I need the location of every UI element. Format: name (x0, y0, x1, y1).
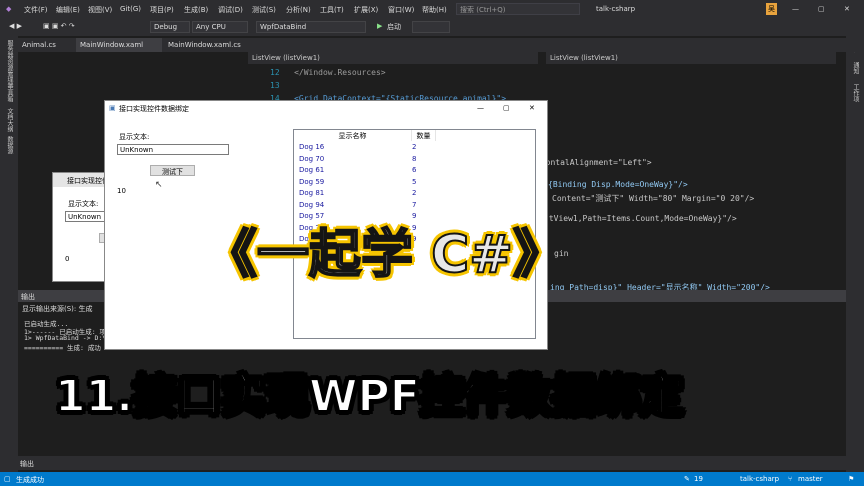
window-close-icon[interactable]: ✕ (529, 104, 535, 112)
list-row-count[interactable]: 7 (412, 201, 416, 209)
git-branch-icon: ⑂ (788, 475, 793, 483)
menu-file[interactable]: 文件(F) (24, 5, 48, 15)
list-row-count[interactable]: 8 (412, 155, 416, 163)
window-app-icon: ▣ (109, 104, 116, 112)
menu-test[interactable]: 测试(S) (252, 5, 276, 15)
list-row-name[interactable]: Dog 81 (299, 189, 324, 197)
save-icon[interactable]: ▣ ▣ ↶ ↷ (40, 21, 78, 33)
menu-help[interactable]: 帮助(H) (422, 5, 447, 15)
code-fragment: {Binding Disp.Mode=OneWay}"/> (548, 180, 688, 189)
minimize-icon[interactable]: — (792, 5, 799, 13)
config-dropdown[interactable]: Debug (150, 21, 190, 33)
start-button[interactable]: 启动 (384, 21, 404, 33)
code-line: 12 </Window.Resources> (270, 68, 386, 77)
column-header-count[interactable]: 数量 (412, 130, 436, 141)
tab-animal-cs[interactable]: Animal.cs (18, 38, 60, 52)
output-line: ========== 生成: 成功 (24, 344, 101, 352)
rail-server-explorer[interactable]: 服务器资源管理器 (5, 40, 14, 88)
menu-view[interactable]: 视图(V) (88, 5, 112, 15)
rail-doc-outline[interactable]: 文档大纲 (5, 108, 14, 132)
back-count-text: 0 (65, 255, 70, 263)
vs-logo-icon[interactable]: ◆ (6, 5, 11, 13)
tab-mainwindow-xaml[interactable]: MainWindow.xaml (76, 38, 162, 52)
status-bar: ▢ 生成成功 ✎ 19 talk-csharp ⑂ master ⚑ (0, 472, 864, 486)
list-row-count[interactable]: 6 (412, 166, 416, 174)
display-text-label: 显示文本: (119, 133, 150, 141)
repo-name[interactable]: talk-csharp (740, 475, 779, 483)
maximize-icon[interactable]: ▢ (818, 5, 825, 13)
menu-extensions[interactable]: 扩展(X) (354, 5, 378, 15)
menu-analyze[interactable]: 分析(N) (286, 5, 311, 15)
back-text-label: 显示文本: (68, 200, 99, 208)
editor-header-left[interactable]: ListView (listView1) (248, 52, 538, 64)
document-tabs: Animal.cs MainWindow.xaml MainWindow.xam… (18, 38, 864, 52)
overlay-subtitle: 11.接口实现WPF控件数据绑定 (54, 370, 685, 423)
toolbar: ◀ ▶ ▣ ▣ ↶ ↷ Debug Any CPU WpfDataBind ▶ … (0, 18, 864, 36)
menu-edit[interactable]: 编辑(E) (56, 5, 80, 15)
overlay-title: 《一起学 C#》 (204, 224, 566, 286)
list-row-name[interactable]: Dog 16 (299, 143, 324, 151)
right-tool-rail: 属性 通知 工作项 (846, 36, 864, 486)
status-icon: ▢ (4, 475, 11, 483)
code-fragment: Content="测试下" Width="80" Margin="0 20"/> (552, 194, 755, 203)
window-minimize-icon[interactable]: — (477, 104, 484, 112)
status-text: 生成成功 (16, 476, 44, 484)
menu-window[interactable]: 窗口(W) (388, 5, 414, 15)
menu-bar: ◆ 文件(F) 编辑(E) 视图(V) Git(G) 项目(P) 生成(B) 调… (0, 0, 864, 18)
display-textbox[interactable]: UnKnown (117, 144, 229, 155)
menu-tools[interactable]: 工具(T) (320, 5, 344, 15)
pen-icon[interactable]: ✎ (684, 475, 690, 483)
target-dropdown[interactable] (412, 21, 450, 33)
close-icon[interactable]: ✕ (844, 5, 850, 13)
menu-git[interactable]: Git(G) (120, 5, 141, 13)
search-input[interactable]: 搜索 (Ctrl+Q) (456, 3, 580, 15)
tab-mainwindow-xaml-cs[interactable]: MainWindow.xaml.cs (164, 38, 245, 52)
menu-debug[interactable]: 调试(D) (218, 5, 243, 15)
platform-dropdown[interactable]: Any CPU (192, 21, 248, 33)
screen: ◆ 文件(F) 编辑(E) 视图(V) Git(G) 项目(P) 生成(B) 调… (0, 0, 864, 486)
rail-notifications[interactable]: 通知 (851, 62, 860, 74)
column-header-name[interactable]: 显示名称 (294, 130, 412, 141)
git-branch[interactable]: master (798, 475, 823, 483)
code-line: 13 (270, 81, 280, 90)
list-row-name[interactable]: Dog 70 (299, 155, 324, 163)
notification-icon[interactable]: ⚑ (848, 475, 854, 483)
list-row-name[interactable]: Dog 59 (299, 178, 324, 186)
rail-data-sources[interactable]: 数据源 (5, 136, 14, 154)
rail-toolbox[interactable]: 工具箱 (5, 84, 14, 102)
code-fragment: izontalAlignment="Left"> (536, 158, 652, 167)
back-icon[interactable]: ◀ ▶ (6, 21, 25, 33)
output-tab-bar: 输出 (18, 456, 846, 470)
mouse-cursor-icon: ↖ (155, 180, 163, 190)
menu-project[interactable]: 项目(P) (150, 5, 174, 15)
solution-name: talk-csharp (596, 5, 636, 13)
window-maximize-icon[interactable]: ▢ (503, 104, 510, 112)
item-count-text: 10 (117, 187, 126, 195)
list-row-count[interactable]: 5 (412, 178, 416, 186)
rail-work-items[interactable]: 工作项 (851, 84, 860, 102)
menu-build[interactable]: 生成(B) (184, 5, 208, 15)
list-row-name[interactable]: Dog 61 (299, 166, 324, 174)
list-row-count[interactable]: 2 (412, 143, 416, 151)
project-dropdown[interactable]: WpfDataBind (256, 21, 366, 33)
output-tab[interactable]: 输出 (20, 459, 34, 469)
test-button[interactable]: 测试下 (150, 165, 195, 176)
output-source-label[interactable]: 显示输出来源(S): 生成 (22, 304, 93, 314)
editor-header-right[interactable]: ListView (listView1) (546, 52, 836, 64)
output-line: 1> WpfDataBind -> D:\ (24, 334, 107, 342)
list-row-count[interactable]: 2 (412, 189, 416, 197)
left-tool-rail: 服务器资源管理器 工具箱 文档大纲 数据源 (0, 36, 18, 486)
error-count[interactable]: 19 (694, 475, 703, 483)
avatar[interactable]: 吴 (766, 3, 777, 15)
list-row-name[interactable]: Dog 94 (299, 201, 324, 209)
